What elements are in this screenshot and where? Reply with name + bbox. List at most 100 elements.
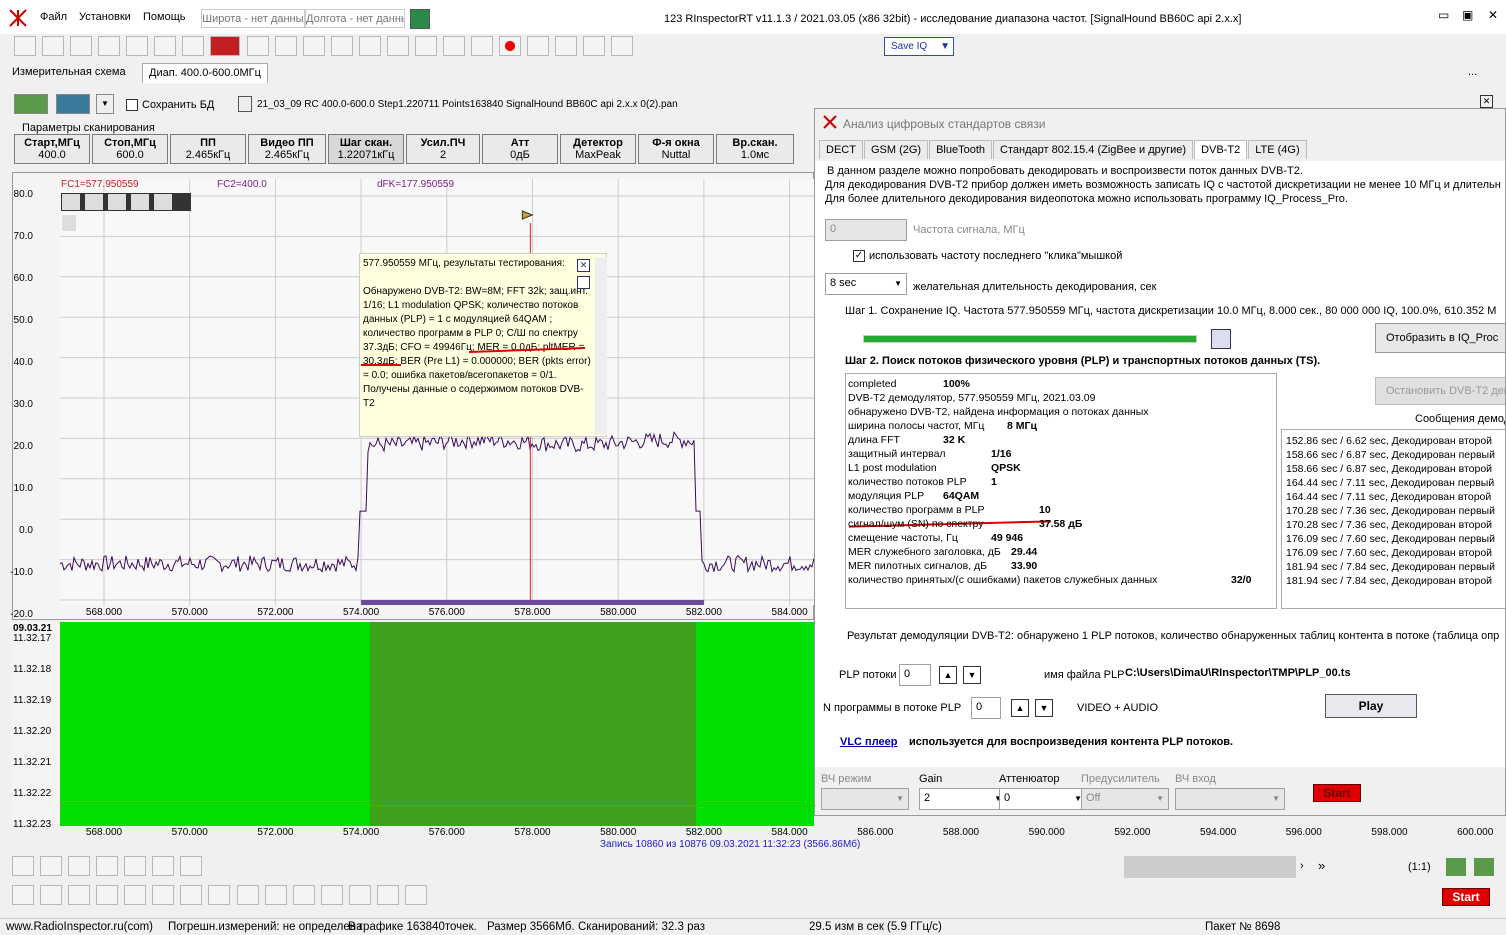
trace-icon[interactable] xyxy=(12,885,34,905)
hw-select-2[interactable]: 0 ▼ xyxy=(999,788,1087,810)
chart-icon[interactable] xyxy=(182,36,205,56)
scan-button-1[interactable]: Стоп,МГц 600.0 xyxy=(92,134,168,164)
waterfall[interactable]: 09.03.21 11.32.17 11.32.18 11.32.19 11.32.2… xyxy=(12,622,814,830)
delete-icon[interactable] xyxy=(348,885,371,905)
dialog-tab-3[interactable]: Стандарт 802.15.4 (ZigBee и другие) xyxy=(993,140,1194,159)
vlc-link[interactable]: VLC плеер xyxy=(840,736,898,748)
peak-icon[interactable] xyxy=(40,885,63,905)
dialog-start-button[interactable]: Start xyxy=(1313,784,1361,802)
plp-up-button[interactable]: ▲ xyxy=(939,666,957,684)
pages-icon[interactable] xyxy=(330,36,353,56)
close-icon[interactable]: ✕ xyxy=(1488,8,1498,22)
abc-color-icon[interactable] xyxy=(404,885,427,905)
scan-button-6[interactable]: Атт 0дБ xyxy=(482,134,558,164)
right-icon[interactable]: › xyxy=(1300,860,1304,872)
zoom-out-icon[interactable] xyxy=(96,856,119,876)
latitude-input[interactable] xyxy=(201,9,305,28)
truck-icon[interactable] xyxy=(555,36,578,56)
device-icon[interactable] xyxy=(56,94,90,114)
longitude-input[interactable] xyxy=(305,9,405,28)
image-icon[interactable] xyxy=(386,36,409,56)
map-icon[interactable] xyxy=(410,9,430,29)
menu-file[interactable]: Файл xyxy=(40,11,67,23)
save-iq-button[interactable]: Save IQ ▼ xyxy=(884,37,954,56)
scope-icon[interactable] xyxy=(68,885,91,905)
plp-down-button[interactable]: ▼ xyxy=(963,666,981,684)
popup-scrollbar[interactable] xyxy=(595,257,607,435)
max-del-icon[interactable] xyxy=(376,885,399,905)
grid-red-icon[interactable] xyxy=(152,856,175,876)
zoom-in-icon[interactable] xyxy=(108,194,127,210)
use-click-checkbox[interactable]: ✓ xyxy=(853,250,865,262)
scan-button-3[interactable]: Видео ПП 2.465кГц xyxy=(248,134,326,164)
map-tool-icon[interactable] xyxy=(358,36,381,56)
print-icon[interactable] xyxy=(40,856,63,876)
3d-icon[interactable] xyxy=(12,856,34,876)
hw-select-0[interactable]: ▼ xyxy=(821,788,909,810)
folders-icon[interactable] xyxy=(70,36,93,56)
matrix-icon[interactable] xyxy=(527,36,550,56)
play-button[interactable]: Play xyxy=(1325,694,1417,718)
prog-down-button[interactable]: ▼ xyxy=(1035,699,1053,717)
max-icon[interactable] xyxy=(208,885,231,905)
popup-copy-icon[interactable] xyxy=(577,276,590,289)
prog-input[interactable]: 0 xyxy=(971,697,1001,719)
duration-select[interactable]: 8 sec ▼ xyxy=(825,273,907,295)
dialog-tab-1[interactable]: GSM (2G) xyxy=(863,140,929,159)
scan-button-8[interactable]: Ф-я окна Nuttal xyxy=(638,134,714,164)
show-iq-button[interactable]: Отобразить в IQ_Proc xyxy=(1375,323,1505,353)
folder-icon[interactable] xyxy=(96,885,119,905)
spectrum-plot[interactable]: FC1=577.950559 FC2=400.0 dFK=177.950559 … xyxy=(10,172,815,620)
tools-icon[interactable] xyxy=(611,36,634,56)
freq-input[interactable]: 0 xyxy=(825,219,907,241)
dialog-tab-4[interactable]: DVB-T2 xyxy=(1194,140,1248,159)
down-arrow-icon[interactable] xyxy=(1446,858,1466,876)
grid-icon[interactable] xyxy=(274,36,297,56)
window-icon[interactable] xyxy=(264,885,287,905)
scan-button-4[interactable]: Шаг скан. 1.22071кГц xyxy=(328,134,404,164)
dialog-tab-0[interactable]: DECT xyxy=(819,140,863,159)
dt-icon[interactable] xyxy=(442,36,465,56)
restore-icon[interactable]: ▣ xyxy=(1462,8,1473,22)
minimize-icon[interactable]: ▭ xyxy=(1438,8,1449,22)
aver-icon[interactable] xyxy=(236,885,259,905)
bars-icon[interactable] xyxy=(154,36,177,56)
scan-button-5[interactable]: Усил.ПЧ 2 xyxy=(406,134,480,164)
double-right-icon[interactable]: » xyxy=(1318,858,1325,873)
menu-help[interactable]: Помощь xyxy=(143,11,186,23)
play-icon[interactable] xyxy=(471,36,493,56)
scan-button-9[interactable]: Вр.скан. 1.0мс xyxy=(716,134,794,164)
scan-button-7[interactable]: Детектор MaxPeak xyxy=(560,134,636,164)
import-icon[interactable] xyxy=(152,885,175,905)
hw-select-1[interactable]: 2▼ xyxy=(919,788,1007,810)
hw-select-4[interactable]: ▼ xyxy=(1175,788,1285,810)
grid-view-icon[interactable] xyxy=(124,856,147,876)
panel-icon[interactable] xyxy=(42,36,65,56)
signal-icon[interactable] xyxy=(210,36,241,56)
network-icon[interactable] xyxy=(583,36,606,56)
tab-range[interactable]: Диап. 400.0-600.0МГц xyxy=(142,63,268,83)
scan-button-0[interactable]: Старт,МГц 400.0 xyxy=(14,134,90,164)
scrollbar-track[interactable] xyxy=(1124,856,1296,878)
export-icon[interactable] xyxy=(124,885,147,905)
antenna-icon[interactable] xyxy=(414,36,437,56)
plp-input[interactable]: 0 xyxy=(899,664,931,686)
hw-select-3[interactable]: Off ▼ xyxy=(1081,788,1169,810)
menu-settings[interactable]: Установки xyxy=(79,11,131,23)
zoom-out-icon[interactable] xyxy=(131,194,150,210)
settings-icon[interactable] xyxy=(14,36,36,56)
left-icon[interactable] xyxy=(62,215,76,231)
list-icon[interactable] xyxy=(98,36,121,56)
open-scan-icon[interactable] xyxy=(14,94,48,114)
device-dropdown[interactable]: ▼ xyxy=(96,94,114,114)
save-db-checkbox[interactable] xyxy=(126,99,138,111)
popup-close-icon[interactable]: ✕ xyxy=(577,259,590,272)
double-left-icon[interactable] xyxy=(180,856,203,876)
table-icon[interactable] xyxy=(302,36,325,56)
curve-icon[interactable] xyxy=(180,885,203,905)
abc-icon[interactable] xyxy=(246,36,269,56)
save-disk-icon[interactable] xyxy=(1211,329,1231,349)
gear-icon[interactable] xyxy=(320,885,343,905)
scan-button-2[interactable]: ПП 2.465кГц xyxy=(170,134,246,164)
marker-icon[interactable] xyxy=(85,194,104,210)
